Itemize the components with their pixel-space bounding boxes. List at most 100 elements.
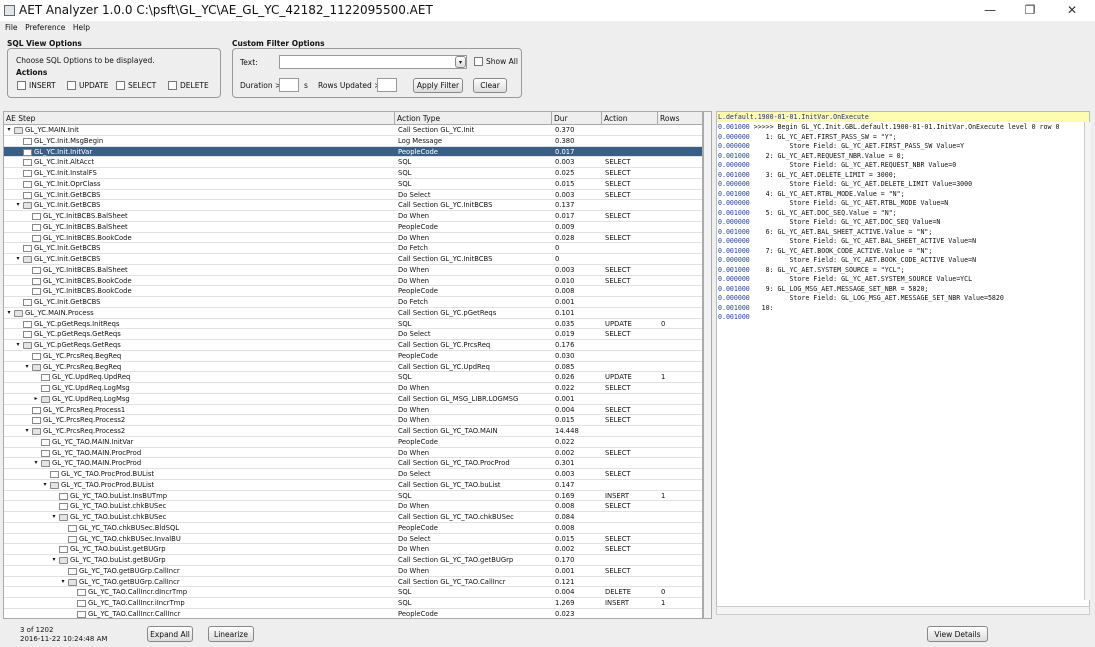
table-row[interactable]: ▾ GL_YC.Init.GetBCBS Call Section GL_YC.In… (4, 254, 702, 265)
table-row[interactable]: ▾ GL_YC_TAO.MAIN.ProcProd Call Section GL_… (4, 458, 702, 469)
expand-toggle-icon[interactable]: ▾ (5, 308, 13, 318)
expand-toggle-icon[interactable]: ▾ (23, 362, 31, 372)
table-row[interactable]: GL_YC_TAO.MAIN.ProcProd Do When 0.002 SELEC… (4, 448, 702, 459)
close-button[interactable]: ✕ (1057, 2, 1087, 19)
tree-vertical-scrollbar[interactable] (703, 111, 712, 619)
expand-all-button[interactable]: Expand All (147, 626, 193, 642)
table-row[interactable]: ▾ GL_YC_TAO.ProcProd.BUList Call Section G… (4, 480, 702, 491)
table-row[interactable]: GL_YC.UpdReq.LogMsg Do When 0.022 SELECT (4, 383, 702, 394)
ae-step-label: GL_YC_TAO.MAIN.ProcProd (52, 459, 142, 468)
table-row[interactable]: ▸ GL_YC.UpdReq.LogMsg Call Section GL_MSG_… (4, 394, 702, 405)
detail-horizontal-scrollbar[interactable] (716, 606, 1090, 615)
table-row[interactable]: GL_YC_TAO.CallIncr.CallIncr PeopleCode 0.0… (4, 609, 702, 618)
expand-toggle-icon[interactable]: ▾ (32, 458, 40, 468)
table-row[interactable]: GL_YC_TAO.buList.getBUGrp Do When 0.002 SEL… (4, 544, 702, 555)
table-row[interactable]: GL_YC.InitBCBS.BalSheet Do When 0.003 SELEC… (4, 265, 702, 276)
table-row[interactable]: GL_YC_TAO.getBUGrp.CallIncr Do When 0.001 S… (4, 566, 702, 577)
ae-step-label: GL_YC.PrcsReq.Process1 (43, 405, 126, 414)
table-row[interactable]: GL_YC.pGetReqs.InitReqs SQL 0.035 UPDATE 0 (4, 319, 702, 330)
combo-dropdown-icon[interactable]: ▾ (455, 56, 466, 68)
table-row[interactable]: GL_YC.Init.GetBCBS Do Fetch 0 (4, 243, 702, 254)
menu-help[interactable]: Help (73, 21, 90, 34)
dur-cell: 0 (555, 255, 560, 263)
table-row[interactable]: GL_YC.Init.AltAcct SQL 0.003 SELECT (4, 157, 702, 168)
table-row[interactable]: GL_YC.PrcsReq.BegReq PeopleCode 0.030 (4, 351, 702, 362)
table-row[interactable]: GL_YC.InitBCBS.BalSheet Do When 0.017 SELEC… (4, 211, 702, 222)
table-row[interactable]: GL_YC.InitBCBS.BookCode PeopleCode 0.008 (4, 286, 702, 297)
table-row[interactable]: GL_YC_TAO.buList.chkBUSec Do When 0.008 SEL… (4, 501, 702, 512)
table-row[interactable]: GL_YC.Init.MsgBegin Log Message 0.380 (4, 136, 702, 147)
table-row[interactable]: GL_YC_TAO.ProcProd.BUList Do Select 0.003 S… (4, 469, 702, 480)
detail-vertical-scrollbar[interactable] (1084, 122, 1091, 600)
table-row[interactable]: GL_YC.Init.GetBCBS Do Select 0.003 SELECT (4, 190, 702, 201)
table-row[interactable]: ▾ GL_YC_TAO.buList.chkBUSec Call Section G… (4, 512, 702, 523)
table-row[interactable]: ▾ GL_YC_TAO.buList.getBUGrp Call Section G… (4, 555, 702, 566)
table-row[interactable]: ▾ GL_YC.PrcsReq.BegReq Call Section GL_YC.… (4, 362, 702, 373)
expand-toggle-icon[interactable]: ▾ (50, 555, 58, 565)
menu-preference[interactable]: Preference (25, 21, 65, 34)
table-row[interactable]: GL_YC_TAO.buList.InsBUTmp SQL 0.169 INSERT 1 (4, 491, 702, 502)
leaf-icon (32, 213, 41, 220)
view-details-button[interactable]: View Details (927, 626, 988, 642)
table-row[interactable]: GL_YC_TAO.CallIncr.iIncrTmp SQL 1.269 INSER… (4, 598, 702, 609)
delete-checkbox[interactable] (168, 81, 177, 90)
update-checkbox[interactable] (67, 81, 76, 90)
col-ae-step[interactable]: AE Step (4, 112, 395, 125)
col-rows[interactable]: Rows (658, 112, 702, 125)
select-checkbox[interactable] (116, 81, 125, 90)
expand-toggle-icon[interactable]: ▾ (14, 200, 22, 210)
show-all-checkbox[interactable] (474, 57, 483, 66)
rows-cell (661, 523, 701, 533)
col-dur[interactable]: Dur (552, 112, 602, 125)
table-row[interactable]: GL_YC_TAO.chkBUSec.InvalBU Do Select 0.015… (4, 534, 702, 545)
dur-cell: 0.003 (555, 158, 575, 167)
table-row[interactable]: ▾ GL_YC.Init.GetBCBS Call Section GL_YC.In… (4, 200, 702, 211)
collapse-toggle-icon[interactable]: ▸ (32, 394, 40, 404)
action-cell (605, 200, 657, 210)
duration-input[interactable] (279, 78, 299, 92)
table-row[interactable]: GL_YC.PrcsReq.Process2 Do When 0.015 SELECT (4, 415, 702, 426)
expand-toggle-icon[interactable]: ▾ (5, 125, 13, 135)
expand-toggle-icon[interactable]: ▾ (14, 340, 22, 350)
table-row[interactable]: GL_YC.pGetReqs.GetReqs Do Select 0.019 SELE… (4, 329, 702, 340)
detail-timestamp: 0.001000 (718, 303, 750, 312)
table-row[interactable]: ▾ GL_YC_TAO.getBUGrp.CallIncr Call Section… (4, 577, 702, 588)
table-row[interactable]: GL_YC_TAO.CallIncr.dIncrTmp SQL 0.004 DELET… (4, 587, 702, 598)
table-row[interactable]: GL_YC.Init.GetBCBS Do Fetch 0.001 (4, 297, 702, 308)
insert-checkbox[interactable] (17, 81, 26, 90)
rows-updated-input[interactable] (377, 78, 397, 92)
menu-file[interactable]: File (5, 21, 18, 34)
apply-filter-button[interactable]: Apply Filter (413, 78, 463, 93)
detail-line: 0.000000 1: GL_YC_AET.FIRST_PASS_SW = "Y… (718, 133, 897, 143)
col-action-type[interactable]: Action Type (395, 112, 552, 125)
table-row[interactable]: GL_YC.InitBCBS.BookCode Do When 0.010 SELEC… (4, 276, 702, 287)
table-row[interactable]: GL_YC_TAO.MAIN.InitVar PeopleCode 0.022 (4, 437, 702, 448)
table-row[interactable]: GL_YC.InitBCBS.BookCode Do When 0.028 SELEC… (4, 233, 702, 244)
table-row[interactable]: ▾ GL_YC.PrcsReq.Process2 Call Section GL_Y… (4, 426, 702, 437)
table-row[interactable]: ▾ GL_YC.MAIN.Process Call Section GL_YC.pG… (4, 308, 702, 319)
maximize-button[interactable]: ❐ (1015, 2, 1045, 19)
expand-toggle-icon[interactable]: ▾ (41, 480, 49, 490)
table-row[interactable]: ▾ GL_YC.pGetReqs.GetReqs Call Section GL_Y… (4, 340, 702, 351)
action-type-cell: Do Fetch (398, 298, 428, 306)
table-row[interactable]: GL_YC.Init.InstalFS SQL 0.025 SELECT (4, 168, 702, 179)
table-row[interactable]: GL_YC.InitBCBS.BalSheet PeopleCode 0.009 (4, 222, 702, 233)
expand-toggle-icon[interactable]: ▾ (50, 512, 58, 522)
minimize-button[interactable]: — (975, 2, 1005, 19)
tree-cell: ▸ GL_YC.UpdReq.LogMsg (4, 394, 395, 404)
expand-toggle-icon[interactable]: ▾ (14, 254, 22, 264)
rows-cell (661, 254, 701, 264)
clear-button[interactable]: Clear (473, 78, 507, 93)
tree-cell: GL_YC.PrcsReq.Process2 (4, 415, 395, 425)
expand-toggle-icon[interactable]: ▾ (59, 577, 67, 587)
table-row[interactable]: ▾ GL_YC.MAIN.Init Call Section GL_YC.Init 0… (4, 125, 702, 136)
table-row[interactable]: GL_YC.UpdReq.UpdReq SQL 0.026 UPDATE 1 (4, 372, 702, 383)
col-action[interactable]: Action (602, 112, 658, 125)
text-filter-combo[interactable] (279, 55, 467, 69)
expand-toggle-icon[interactable]: ▾ (23, 426, 31, 436)
table-row[interactable]: GL_YC.PrcsReq.Process1 Do When 0.004 SELECT (4, 405, 702, 416)
table-row[interactable]: GL_YC.Init.InitVar PeopleCode 0.017 (4, 146, 702, 158)
table-row[interactable]: GL_YC_TAO.chkBUSec.BldSQL PeopleCode 0.008 (4, 523, 702, 534)
table-row[interactable]: GL_YC.Init.OprClass SQL 0.015 SELECT (4, 179, 702, 190)
linearize-button[interactable]: Linearize (208, 626, 254, 642)
